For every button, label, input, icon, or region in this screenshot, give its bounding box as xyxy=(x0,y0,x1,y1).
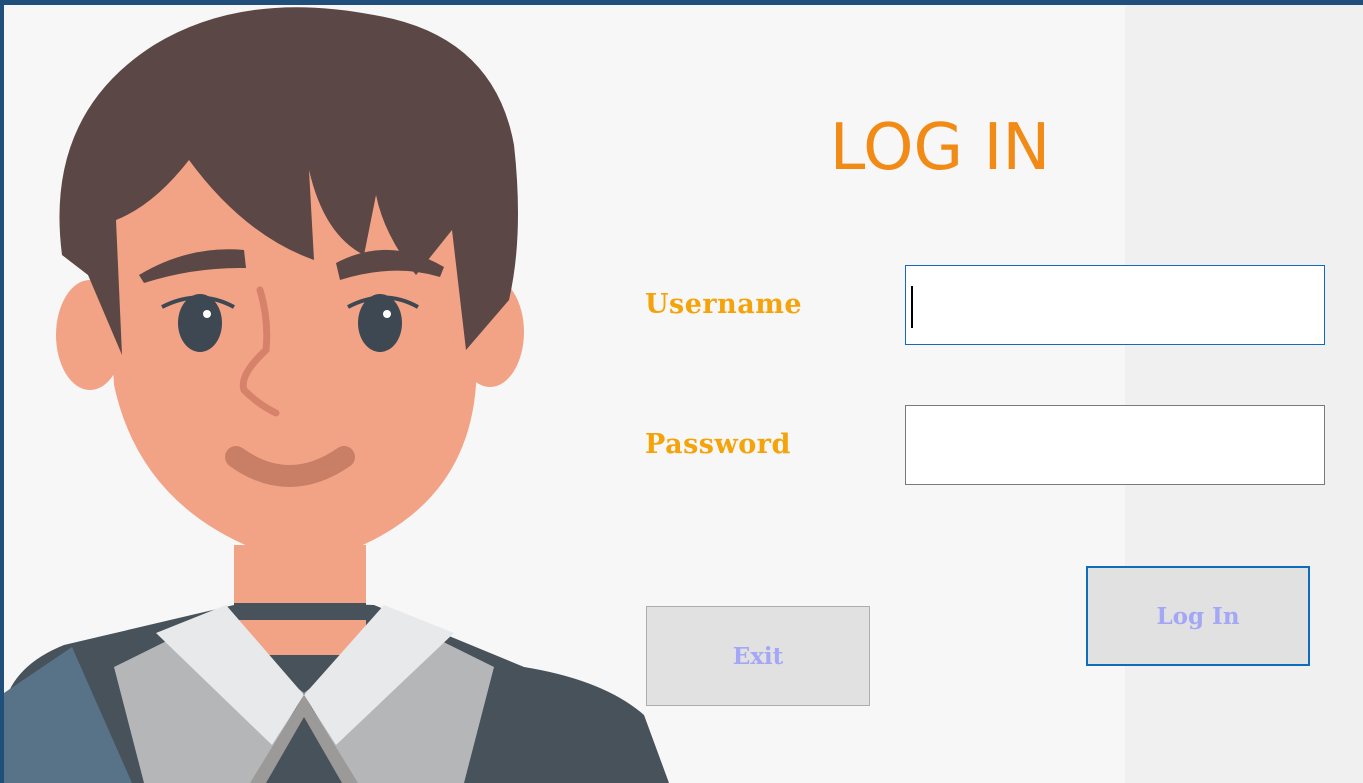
username-label: Username xyxy=(645,289,803,320)
exit-button[interactable]: Exit xyxy=(646,606,870,706)
exit-button-label: Exit xyxy=(732,642,784,670)
login-window: LOG IN Username Password Exit Log In xyxy=(0,0,1363,783)
username-input[interactable] xyxy=(905,265,1325,345)
text-caret xyxy=(911,286,913,328)
login-button[interactable]: Log In xyxy=(1086,566,1310,666)
page-title: LOG IN xyxy=(829,111,1051,185)
password-label: Password xyxy=(645,429,791,460)
password-input[interactable] xyxy=(905,405,1325,485)
user-avatar-icon xyxy=(4,7,669,783)
login-button-label: Log In xyxy=(1156,602,1240,630)
window-left-border xyxy=(0,0,4,783)
